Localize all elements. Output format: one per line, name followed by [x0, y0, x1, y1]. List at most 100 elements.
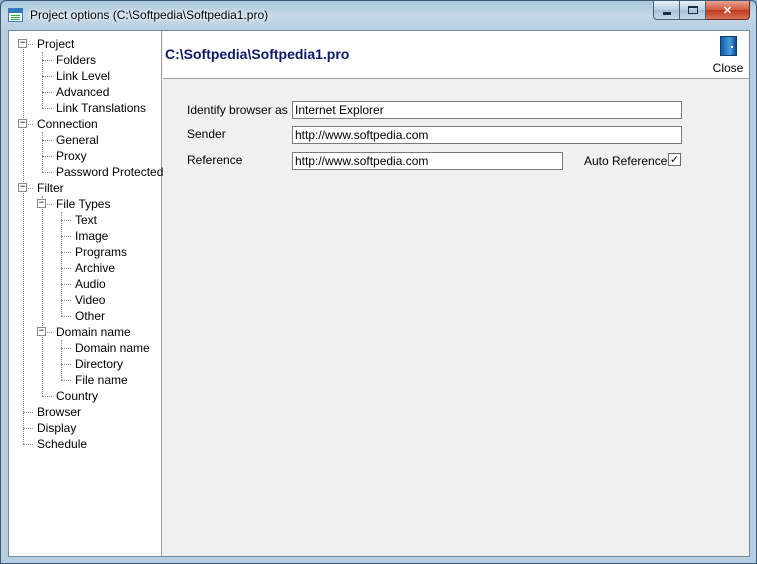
sender-label: Sender — [187, 127, 226, 141]
tree-item[interactable]: Connection — [37, 116, 98, 132]
tree-line — [61, 236, 62, 252]
close-window-button[interactable]: ✕ — [706, 1, 750, 20]
tree-item[interactable]: Text — [75, 212, 97, 228]
tree-line — [42, 92, 43, 108]
tree-line — [61, 364, 62, 380]
tree-line — [42, 156, 43, 172]
tree-line — [23, 444, 33, 445]
tree-item[interactable]: Directory — [75, 356, 123, 372]
auto-reference-checkbox[interactable]: ✓ — [668, 153, 681, 166]
identify-browser-field[interactable] — [292, 101, 682, 119]
tree-line — [61, 348, 71, 349]
close-button-label: Close — [712, 61, 744, 75]
reference-label: Reference — [187, 153, 243, 167]
tree-item[interactable]: Display — [37, 420, 76, 436]
minimize-icon — [662, 11, 671, 15]
collapse-icon[interactable]: − — [37, 199, 46, 208]
auto-reference-label: Auto Reference — [584, 154, 668, 168]
tree-item[interactable]: Image — [75, 228, 108, 244]
tree-line — [61, 220, 62, 236]
sender-field[interactable] — [292, 126, 682, 144]
close-button[interactable]: Close — [711, 36, 745, 76]
tree-item[interactable]: General — [56, 132, 99, 148]
settings-panel: C:\Softpedia\Softpedia1.pro Close Identi… — [163, 31, 749, 556]
tree-line — [23, 428, 24, 444]
client-area: − Project Folders Link Level Advanced Link Tr… — [8, 30, 750, 557]
tree-line — [23, 412, 24, 428]
collapse-icon[interactable]: − — [37, 327, 46, 336]
tree-item[interactable]: Password Protected — [56, 164, 163, 180]
tree-item[interactable]: Domain name — [56, 324, 131, 340]
tree-line — [23, 188, 24, 412]
tree-item[interactable]: Folders — [56, 52, 96, 68]
tree-line — [23, 412, 33, 413]
tree-item[interactable]: Country — [56, 388, 98, 404]
tree-line — [61, 268, 71, 269]
caption-buttons: ✕ — [653, 1, 750, 20]
tree-line — [61, 364, 71, 365]
tree-item[interactable]: Advanced — [56, 84, 109, 100]
options-tree-panel: − Project Folders Link Level Advanced Link Tr… — [9, 31, 163, 556]
tree-line — [42, 140, 52, 141]
tree-line — [23, 44, 24, 124]
tree-line — [61, 348, 62, 364]
maximize-button[interactable] — [680, 1, 706, 20]
tree-line — [42, 60, 43, 76]
tree-line — [42, 172, 52, 173]
tree-line — [61, 284, 71, 285]
tree-line — [61, 268, 62, 284]
tree-line — [61, 284, 62, 300]
tree-item[interactable]: Programs — [75, 244, 127, 260]
collapse-icon[interactable]: − — [18, 183, 27, 192]
tree-line — [61, 252, 62, 268]
tree-line — [61, 220, 71, 221]
tree-item[interactable]: File Types — [56, 196, 110, 212]
tree-line — [61, 316, 71, 317]
tree-line — [42, 332, 43, 396]
settings-header: C:\Softpedia\Softpedia1.pro Close — [163, 31, 749, 79]
tree-line — [61, 252, 71, 253]
tree-line — [42, 140, 43, 156]
tree-line — [42, 92, 52, 93]
tree-line — [23, 428, 33, 429]
tree-item[interactable]: Audio — [75, 276, 106, 292]
tree-line — [61, 300, 71, 301]
tree-line — [42, 396, 52, 397]
tree-line — [42, 60, 52, 61]
collapse-icon[interactable]: − — [18, 119, 27, 128]
tree-item[interactable]: File name — [75, 372, 128, 388]
tree-item[interactable]: Archive — [75, 260, 115, 276]
tree-line — [42, 76, 52, 77]
tree-line — [42, 108, 52, 109]
tree-item[interactable]: Schedule — [37, 436, 87, 452]
project-options-icon[interactable] — [8, 8, 23, 22]
close-icon: ✕ — [722, 4, 733, 17]
title-bar[interactable]: Project options (C:\Softpedia\Softpedia1… — [1, 1, 756, 29]
project-path-title: C:\Softpedia\Softpedia1.pro — [165, 46, 350, 62]
minimize-button[interactable] — [653, 1, 680, 20]
options-tree: − Project Folders Link Level Advanced Link Tr… — [9, 31, 163, 556]
identify-browser-label: Identify browser as — [187, 103, 288, 117]
tree-item[interactable]: Project — [37, 36, 74, 52]
tree-line — [42, 204, 43, 332]
tree-line — [61, 300, 62, 316]
tree-line — [42, 76, 43, 92]
tree-item[interactable]: Filter — [37, 180, 64, 196]
tree-line — [61, 236, 71, 237]
project-options-window: Project options (C:\Softpedia\Softpedia1… — [0, 0, 757, 564]
tree-item[interactable]: Domain name — [75, 340, 150, 356]
tree-item[interactable]: Link Level — [56, 68, 110, 84]
window-title: Project options (C:\Softpedia\Softpedia1… — [30, 8, 269, 22]
collapse-icon[interactable]: − — [18, 39, 27, 48]
tree-line — [23, 124, 24, 188]
tree-item[interactable]: Link Translations — [56, 100, 146, 116]
reference-field[interactable] — [292, 152, 563, 170]
door-icon — [719, 36, 737, 56]
tree-item[interactable]: Other — [75, 308, 105, 324]
tree-item[interactable]: Browser — [37, 404, 81, 420]
tree-item[interactable]: Video — [75, 292, 105, 308]
tree-line — [42, 156, 52, 157]
tree-line — [61, 380, 71, 381]
tree-item[interactable]: Proxy — [56, 148, 87, 164]
maximize-icon — [687, 6, 698, 14]
